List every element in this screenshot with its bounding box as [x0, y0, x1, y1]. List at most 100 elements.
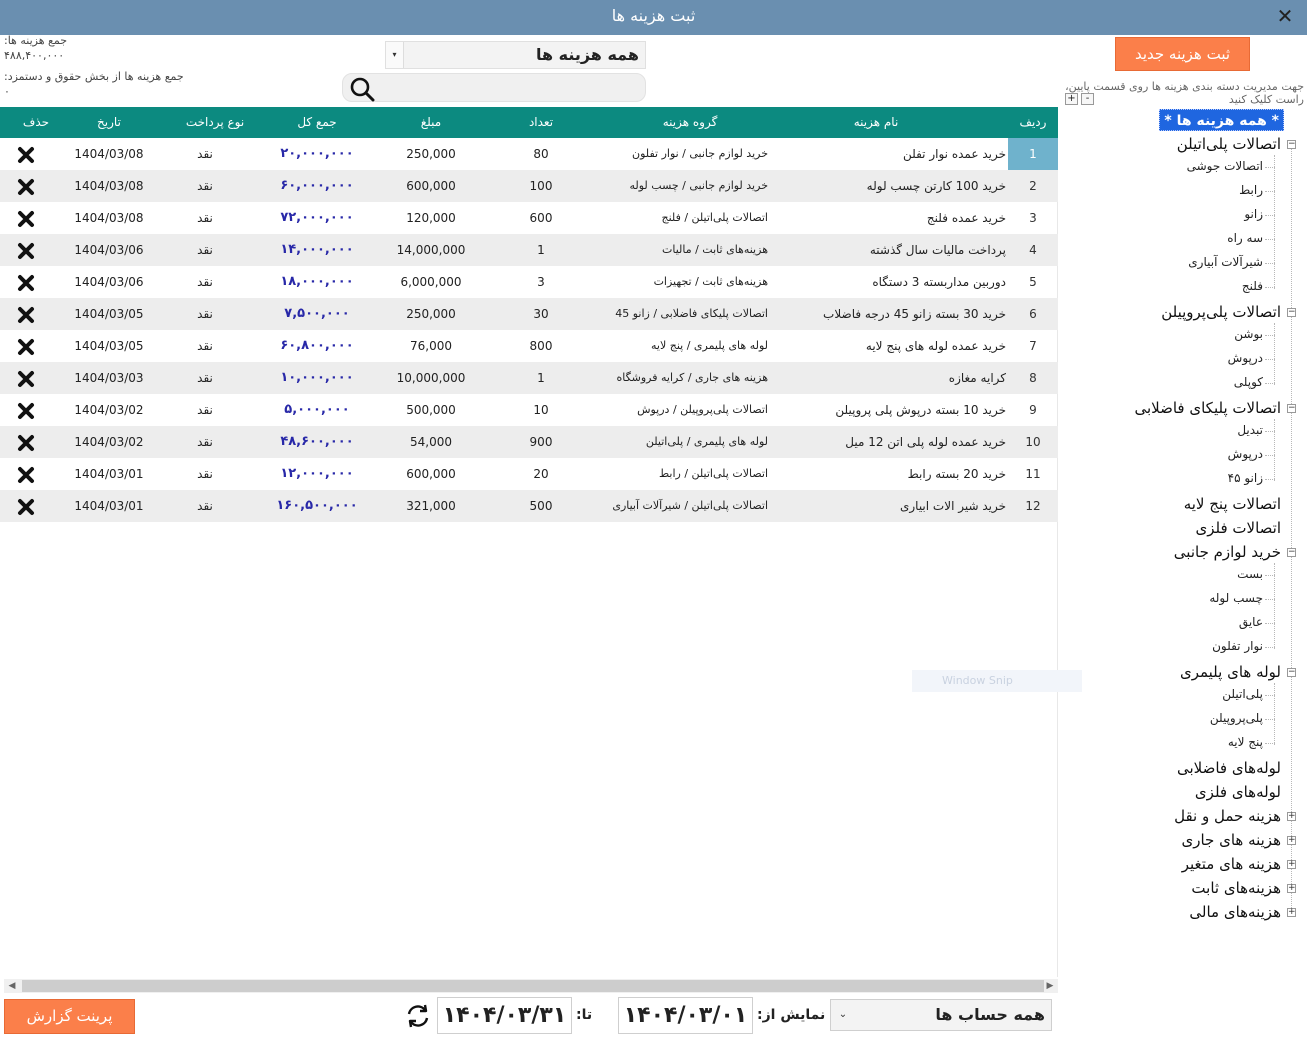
- tree-node-category[interactable]: اتصالات پنج لایه: [1184, 493, 1281, 515]
- table-row[interactable]: 2 خرید 100 کارتن چسب لوله خرید لوازم جان…: [0, 170, 1058, 202]
- tree-node-category[interactable]: لوله‌های فاضلابی: [1177, 757, 1281, 779]
- tree-collapse-icon[interactable]: −: [1287, 308, 1296, 317]
- tree-collapse-icon[interactable]: −: [1287, 404, 1296, 413]
- tree-node-category[interactable]: اتصالات پلی‌اتیلن: [1177, 133, 1281, 155]
- column-header-qty[interactable]: تعداد: [505, 107, 577, 138]
- tree-node-subcategory[interactable]: پلی‌پروپیلن: [1210, 708, 1263, 728]
- table-row[interactable]: 3 خرید عمده فلنج اتصالات پلی‌اتیلن / فلن…: [0, 202, 1058, 234]
- delete-icon[interactable]: [17, 178, 35, 196]
- horizontal-scrollbar[interactable]: ◀ ▶: [4, 979, 1058, 993]
- tree-node-subcategory[interactable]: عایق: [1239, 612, 1263, 632]
- account-select[interactable]: ⌄ همه حساب ها: [830, 999, 1052, 1031]
- cell-delete: [6, 266, 46, 298]
- tree-node-subcategory[interactable]: تبدیل: [1237, 420, 1263, 440]
- column-header-group[interactable]: گروه هزینه: [590, 107, 790, 138]
- tree-node-category[interactable]: هزینه‌های مالی: [1189, 901, 1281, 923]
- tree-node-subcategory[interactable]: نوار تفلون: [1212, 636, 1263, 656]
- expand-all-button[interactable]: +: [1065, 93, 1078, 105]
- tree-collapse-icon[interactable]: −: [1287, 548, 1296, 557]
- tree-node-subcategory[interactable]: درپوش: [1228, 348, 1263, 368]
- column-header-rownum[interactable]: ردیف: [1008, 107, 1058, 138]
- from-date-field[interactable]: ۱۴۰۴/۰۳/۰۱: [618, 997, 753, 1034]
- tree-node-subcategory[interactable]: شیرآلات آبیاری: [1188, 252, 1263, 272]
- delete-icon[interactable]: [17, 402, 35, 420]
- tree-expand-icon[interactable]: +: [1287, 860, 1296, 869]
- tree-line: [1265, 383, 1275, 384]
- refresh-icon[interactable]: [404, 1002, 432, 1030]
- tree-node-subcategory[interactable]: رابط: [1239, 180, 1263, 200]
- delete-icon[interactable]: [17, 274, 35, 292]
- tree-node-subcategory[interactable]: چسب لوله: [1209, 588, 1263, 608]
- delete-icon[interactable]: [17, 242, 35, 260]
- tree-expand-icon[interactable]: +: [1287, 908, 1296, 917]
- collapse-all-button[interactable]: -: [1081, 93, 1094, 105]
- tree-node-category[interactable]: اتصالات فلزی: [1195, 517, 1281, 539]
- tree-node-category[interactable]: هزینه حمل و نقل: [1174, 805, 1281, 827]
- scroll-left-icon[interactable]: ◀: [4, 979, 20, 993]
- chevron-down-icon[interactable]: ⌄: [835, 1000, 851, 1030]
- column-header-pay-type[interactable]: نوع پرداخت: [175, 107, 255, 138]
- tree-node-category[interactable]: هزینه های جاری: [1181, 829, 1281, 851]
- tree-node-subcategory[interactable]: کوپلی: [1234, 372, 1263, 392]
- tree-node-category[interactable]: هزینه های متغیر: [1182, 853, 1281, 875]
- table-row[interactable]: 6 خرید 30 بسته زانو 45 درجه فاضلاب اتصال…: [0, 298, 1058, 330]
- column-header-amount[interactable]: مبلغ: [380, 107, 482, 138]
- tree-node-subcategory[interactable]: پنج لایه: [1228, 732, 1263, 752]
- table-row[interactable]: 9 خرید 10 بسته درپوش پلی پروپیلن اتصالات…: [0, 394, 1058, 426]
- tree-expand-icon[interactable]: +: [1287, 812, 1296, 821]
- tree-node-category[interactable]: هزینه‌های ثابت: [1191, 877, 1281, 899]
- tree-node-category[interactable]: لوله های پلیمری: [1180, 661, 1281, 683]
- tree-node-category[interactable]: اتصالات پلی‌پروپیلن: [1161, 301, 1281, 323]
- table-row[interactable]: 11 خرید 20 بسته رابط اتصالات پلی‌اتیلن /…: [0, 458, 1058, 490]
- delete-icon[interactable]: [17, 370, 35, 388]
- tree-node-subcategory[interactable]: بست: [1237, 564, 1263, 584]
- tree-node-subcategory[interactable]: سه راه: [1227, 228, 1263, 248]
- tree-collapse-icon[interactable]: −: [1287, 668, 1296, 677]
- tree-node-category[interactable]: خرید لوازم جانبی: [1174, 541, 1281, 563]
- delete-icon[interactable]: [17, 498, 35, 516]
- print-report-button[interactable]: پرینت گزارش: [4, 999, 135, 1034]
- table-row[interactable]: 1 خرید عمده نوار تفلن خرید لوازم جانبی /…: [0, 138, 1058, 170]
- cell-date: 1404/03/01: [74, 499, 144, 513]
- tree-node-subcategory[interactable]: پلی‌اتیلن: [1222, 684, 1263, 704]
- table-row[interactable]: 4 پرداخت مالیات سال گذشته هزینه‌های ثابت…: [0, 234, 1058, 266]
- delete-icon[interactable]: [17, 210, 35, 228]
- column-header-date[interactable]: تاریخ: [58, 107, 160, 138]
- tree-node-category[interactable]: لوله‌های فلزی: [1195, 781, 1281, 803]
- cell-date: 1404/03/05: [74, 339, 144, 353]
- tree-node-subcategory[interactable]: اتصالات جوشی: [1187, 156, 1263, 176]
- delete-icon[interactable]: [17, 338, 35, 356]
- category-filter-select[interactable]: ▾ همه هزینه ها: [385, 41, 646, 69]
- column-header-delete[interactable]: حذف: [6, 107, 66, 138]
- tree-collapse-icon[interactable]: −: [1287, 140, 1296, 149]
- tree-node-subcategory[interactable]: بوشن: [1234, 324, 1263, 344]
- search-icon[interactable]: [349, 76, 375, 102]
- tree-node-category[interactable]: اتصالات پلیکای فاضلابی: [1135, 397, 1282, 419]
- tree-node-subcategory[interactable]: فلنج: [1242, 276, 1263, 296]
- search-input[interactable]: [383, 77, 638, 99]
- tree-node-subcategory[interactable]: درپوش: [1228, 444, 1263, 464]
- new-expense-button[interactable]: ثبت هزینه جدید: [1115, 37, 1250, 71]
- tree-expand-icon[interactable]: +: [1287, 836, 1296, 845]
- table-row[interactable]: 5 دوربین مداربسته 3 دستگاه هزینه‌های ثاب…: [0, 266, 1058, 298]
- tree-node-subcategory[interactable]: زانو ۴۵: [1228, 468, 1263, 488]
- scrollbar-thumb[interactable]: [22, 980, 1044, 992]
- tree-root-all-expenses[interactable]: * همه هزینه ها *: [1159, 109, 1284, 131]
- table-row[interactable]: 10 خرید عمده لوله پلی اتن 12 میل لوله ها…: [0, 426, 1058, 458]
- table-row[interactable]: 7 خرید عمده لوله های پنج لایه لوله های پ…: [0, 330, 1058, 362]
- tree-expand-icon[interactable]: +: [1287, 884, 1296, 893]
- table-row[interactable]: 12 خرید شیر الات ابیاری اتصالات پلی‌اتیل…: [0, 490, 1058, 522]
- delete-icon[interactable]: [17, 146, 35, 164]
- table-row[interactable]: 8 کرایه مغازه هزینه های جاری / کرایه فرو…: [0, 362, 1058, 394]
- delete-icon[interactable]: [17, 306, 35, 324]
- delete-icon[interactable]: [17, 466, 35, 484]
- cell-pay-type: نقد: [197, 339, 213, 353]
- to-date-field[interactable]: ۱۴۰۴/۰۳/۳۱: [437, 997, 572, 1034]
- close-icon[interactable]: ✕: [1273, 4, 1297, 28]
- tree-line: [1265, 695, 1275, 696]
- column-header-total[interactable]: جمع کل: [262, 107, 372, 138]
- delete-icon[interactable]: [17, 434, 35, 452]
- dropdown-arrow-icon[interactable]: ▾: [386, 42, 404, 68]
- scroll-right-icon[interactable]: ▶: [1042, 979, 1058, 993]
- tree-node-subcategory[interactable]: زانو: [1244, 204, 1263, 224]
